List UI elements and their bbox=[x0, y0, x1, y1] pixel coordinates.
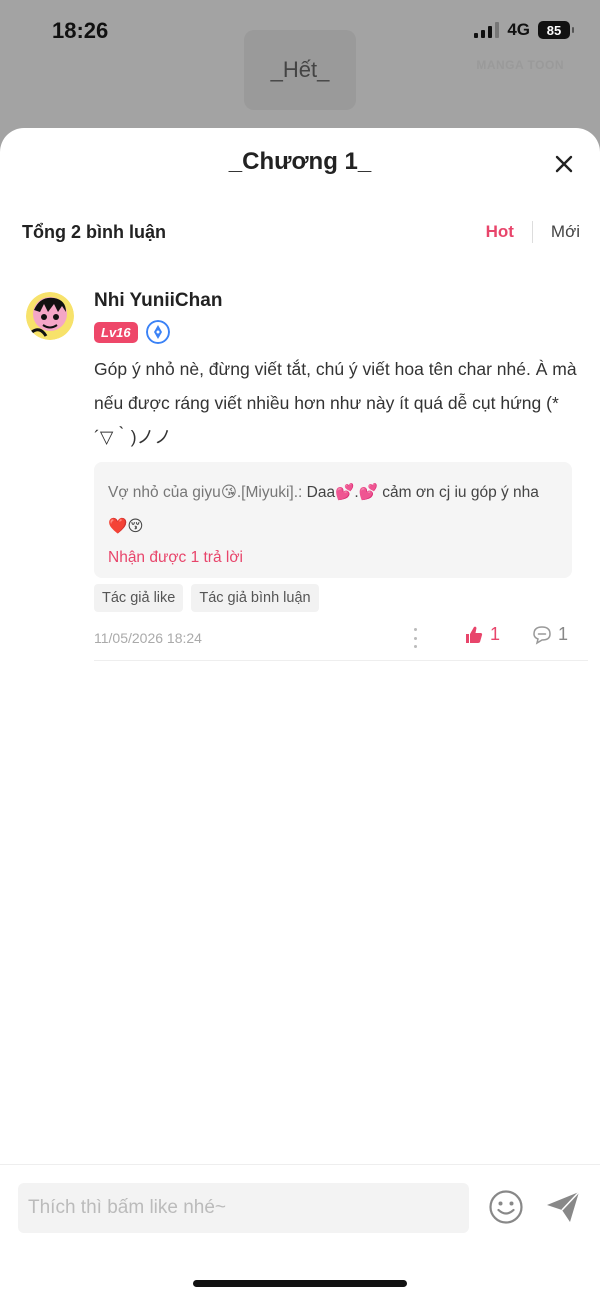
smiley-icon[interactable] bbox=[488, 1189, 524, 1225]
view-replies-link[interactable]: Nhận được 1 trả lời bbox=[108, 546, 558, 570]
close-button[interactable] bbox=[550, 150, 578, 178]
dot-icon bbox=[413, 645, 417, 648]
tab-hot[interactable]: Hot bbox=[486, 222, 514, 242]
level-badge: Lv16 bbox=[94, 321, 138, 343]
reply-content: Vợ nhỏ của giyu😘.[Miyuki].: Daa💕.💕 cảm ơ… bbox=[108, 476, 558, 544]
more-options-button[interactable] bbox=[412, 628, 418, 648]
watermark-logo: MANGA TOON bbox=[476, 58, 564, 72]
comment-footer: 11/05/2026 18:24 1 1 bbox=[94, 624, 578, 652]
comment-count: Tổng 2 bình luận bbox=[22, 221, 166, 242]
comment-timestamp: 11/05/2026 18:24 bbox=[94, 630, 202, 646]
comment-input[interactable] bbox=[18, 1183, 469, 1233]
close-icon bbox=[555, 155, 573, 173]
comments-header: Tổng 2 bình luận Hot Mới bbox=[22, 218, 580, 246]
battery-icon: 85 bbox=[538, 21, 574, 39]
chapter-end-label: _Hết_ bbox=[244, 30, 356, 110]
comment-body: Nhi YuniiChan Lv16 Góp ý nhỏ nè, đừng vi… bbox=[94, 288, 588, 661]
status-time: 18:26 bbox=[52, 18, 109, 43]
tag-author-liked: Tác giả like bbox=[94, 584, 184, 612]
network-type: 4G bbox=[507, 20, 530, 39]
like-button[interactable]: 1 bbox=[464, 624, 500, 645]
avatar[interactable] bbox=[26, 292, 74, 340]
divider bbox=[94, 660, 588, 661]
reply-preview[interactable]: Vợ nhỏ của giyu😘.[Miyuki].: Daa💕.💕 cảm ơ… bbox=[94, 462, 572, 578]
reply-button[interactable]: 1 bbox=[532, 624, 568, 645]
comment-composer bbox=[0, 1164, 600, 1299]
sort-tabs: Hot Mới bbox=[486, 221, 580, 243]
dot-icon bbox=[413, 628, 417, 631]
dot-icon bbox=[413, 636, 417, 640]
comment-tags: Tác giả like Tác giả bình luận bbox=[94, 584, 578, 612]
comment-bubble-icon bbox=[533, 625, 551, 645]
send-icon[interactable] bbox=[544, 1189, 582, 1225]
like-count: 1 bbox=[490, 624, 501, 644]
comment-text: Góp ý nhỏ nè, đừng viết tắt, chú ý viết … bbox=[94, 359, 577, 447]
home-indicator bbox=[193, 1280, 407, 1287]
thumbs-up-icon bbox=[466, 626, 483, 643]
comment-username[interactable]: Nhi YuniiChan bbox=[94, 288, 578, 314]
signal-icon bbox=[474, 22, 500, 38]
reply-count: 1 bbox=[558, 624, 569, 644]
reply-author: Vợ nhỏ của giyu😘.[Miyuki].: bbox=[108, 484, 303, 501]
tag-author-commented: Tác giả bình luận bbox=[191, 584, 319, 612]
sheet-title: _Chương 1_ bbox=[228, 148, 372, 175]
tab-new[interactable]: Mới bbox=[551, 222, 580, 242]
status-indicators: 4G 85 bbox=[474, 20, 574, 40]
pen-nib-badge-icon bbox=[145, 320, 170, 344]
tab-divider bbox=[531, 221, 533, 243]
avatar-image bbox=[26, 292, 74, 340]
comments-sheet: _Chương 1_ Tổng 2 bình luận Hot Mới Nhi … bbox=[0, 128, 600, 1299]
user-badges: Lv16 bbox=[94, 320, 578, 344]
